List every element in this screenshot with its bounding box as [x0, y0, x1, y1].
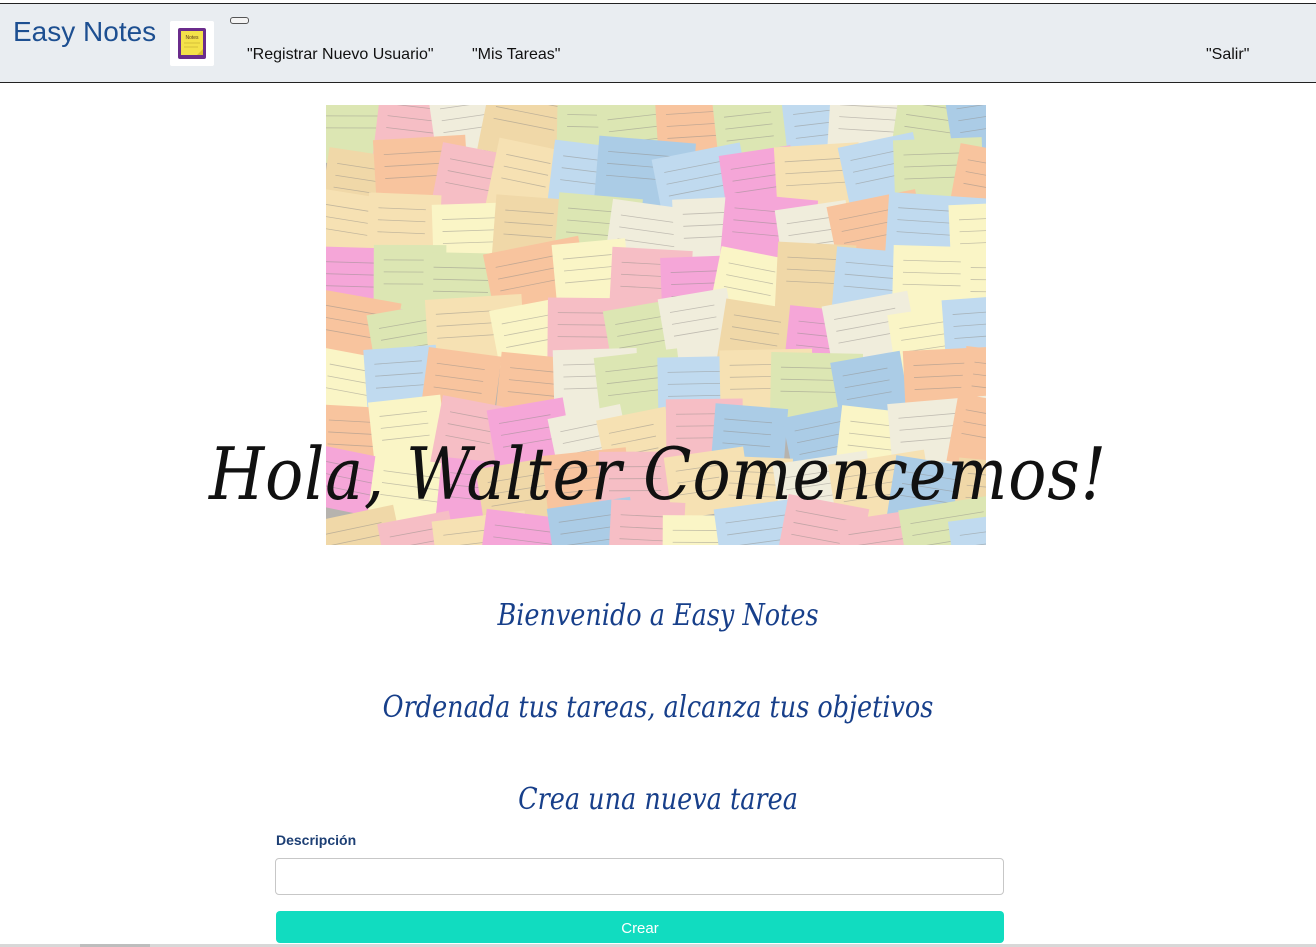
create-button[interactable]: Crear [276, 911, 1004, 943]
navbar-toggler-button[interactable] [230, 17, 249, 24]
description-input[interactable] [275, 858, 1004, 895]
nav-link-salir[interactable]: "Salir" [1206, 46, 1249, 64]
navbar: Easy Notes Notes "Registrar Nuevo Usuari… [0, 3, 1316, 83]
brand-link[interactable]: Easy Notes [13, 16, 156, 48]
welcome-heading: Bienvenido a Easy Notes [497, 598, 819, 633]
logo-text: Notes [185, 35, 199, 41]
description-label: Descripción [276, 832, 357, 848]
notes-logo-icon[interactable]: Notes [170, 21, 214, 66]
greeting-heading: Hola, Walter Comencemos! [208, 432, 1108, 516]
nav-link-mis-tareas[interactable]: "Mis Tareas" [472, 46, 560, 64]
nav-link-registrar[interactable]: "Registrar Nuevo Usuario" [247, 46, 434, 64]
form-title: Crea una nueva tarea [518, 782, 798, 817]
tagline-heading: Ordenada tus tareas, alcanza tus objetiv… [382, 690, 934, 725]
